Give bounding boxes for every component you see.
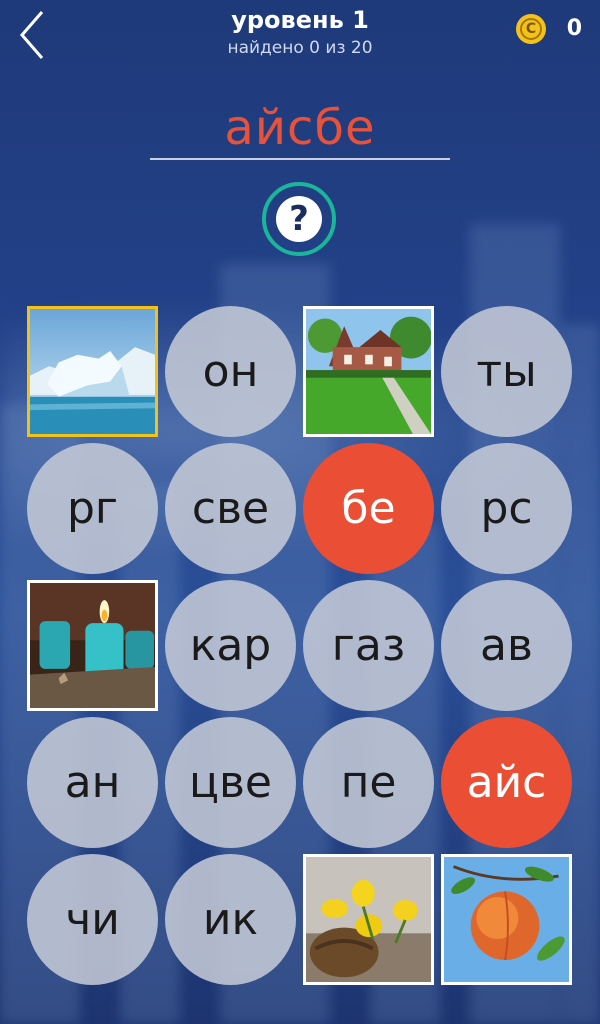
coin-icon: C bbox=[516, 14, 546, 44]
tile bbox=[27, 580, 158, 711]
header: уровень 1 найдено 0 из 20 C 0 bbox=[0, 0, 600, 70]
syllable-bubble[interactable]: рс bbox=[441, 443, 572, 574]
tile: бе bbox=[303, 443, 434, 574]
hint-button[interactable]: ? bbox=[262, 182, 336, 256]
answer-word: айсбе bbox=[224, 100, 376, 156]
tile: рг bbox=[27, 443, 158, 574]
tile: он bbox=[165, 306, 296, 437]
tile: ан bbox=[27, 717, 158, 848]
level-title: уровень 1 bbox=[231, 6, 369, 34]
tile: све bbox=[165, 443, 296, 574]
candles-image[interactable] bbox=[27, 580, 158, 711]
tile: ав bbox=[441, 580, 572, 711]
tile bbox=[441, 854, 572, 985]
tile bbox=[303, 306, 434, 437]
syllable-bubble[interactable]: газ bbox=[303, 580, 434, 711]
peach-image[interactable] bbox=[441, 854, 572, 985]
tile: ты bbox=[441, 306, 572, 437]
house-lawn-image[interactable] bbox=[303, 306, 434, 437]
syllable-bubble[interactable]: чи bbox=[27, 854, 158, 985]
syllable-bubble[interactable]: цве bbox=[165, 717, 296, 848]
tile bbox=[27, 306, 158, 437]
tile: ик bbox=[165, 854, 296, 985]
syllable-bubble[interactable]: айс bbox=[441, 717, 572, 848]
yellow-flowers-image[interactable] bbox=[303, 854, 434, 985]
question-icon: ? bbox=[276, 196, 322, 242]
syllable-bubble[interactable]: рг bbox=[27, 443, 158, 574]
syllable-bubble[interactable]: он bbox=[165, 306, 296, 437]
syllable-bubble[interactable]: бе bbox=[303, 443, 434, 574]
coin-count: 0 bbox=[566, 16, 582, 41]
iceberg-image[interactable] bbox=[27, 306, 158, 437]
tile: рс bbox=[441, 443, 572, 574]
syllable-bubble[interactable]: кар bbox=[165, 580, 296, 711]
tile: цве bbox=[165, 717, 296, 848]
syllable-bubble[interactable]: пе bbox=[303, 717, 434, 848]
tile: чи bbox=[27, 854, 158, 985]
tile-grid: он ты рг све бе рс кар газ ав ан цве пе айс чи ик bbox=[27, 306, 575, 990]
syllable-bubble[interactable]: ик bbox=[165, 854, 296, 985]
tile: газ bbox=[303, 580, 434, 711]
syllable-bubble[interactable]: све bbox=[165, 443, 296, 574]
syllable-bubble[interactable]: ав bbox=[441, 580, 572, 711]
syllable-bubble[interactable]: ты bbox=[441, 306, 572, 437]
answer-underline bbox=[150, 158, 450, 160]
tile: кар bbox=[165, 580, 296, 711]
found-progress: найдено 0 из 20 bbox=[227, 38, 373, 58]
tile: пе bbox=[303, 717, 434, 848]
tile bbox=[303, 854, 434, 985]
syllable-bubble[interactable]: ан bbox=[27, 717, 158, 848]
tile: айс bbox=[441, 717, 572, 848]
